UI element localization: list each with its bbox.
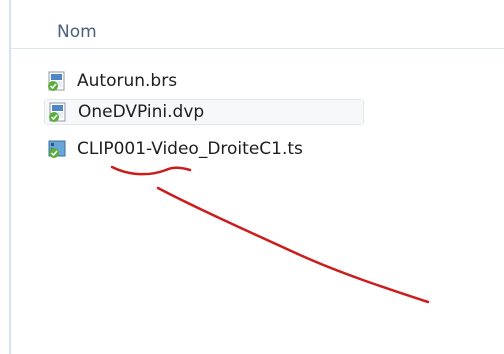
video-file-icon	[48, 140, 66, 158]
pointer-line	[156, 186, 430, 304]
underline-mark	[110, 165, 192, 176]
file-name-label: CLIP001-Video_DroiteC1.ts	[77, 139, 303, 159]
file-name-label: OneDVPini.dvp	[78, 102, 205, 122]
script-file-icon	[49, 102, 66, 122]
column-header-name[interactable]: Nom	[57, 22, 97, 42]
file-row-autorun[interactable]: Autorun.brs	[46, 69, 346, 93]
script-file-icon	[48, 71, 65, 91]
file-row-onedvpini[interactable]: OneDVPini.dvp	[44, 99, 364, 125]
file-name-label: Autorun.brs	[77, 71, 178, 91]
red-annotation-marker	[110, 165, 430, 304]
file-explorer-pane: Nom Autorun.brs OneDVPini.dvp CLIP001-Vi…	[0, 0, 504, 354]
file-row-clip001[interactable]: CLIP001-Video_DroiteC1.ts	[46, 137, 346, 161]
column-header-row: Nom	[11, 8, 504, 49]
pane-border	[9, 0, 11, 354]
